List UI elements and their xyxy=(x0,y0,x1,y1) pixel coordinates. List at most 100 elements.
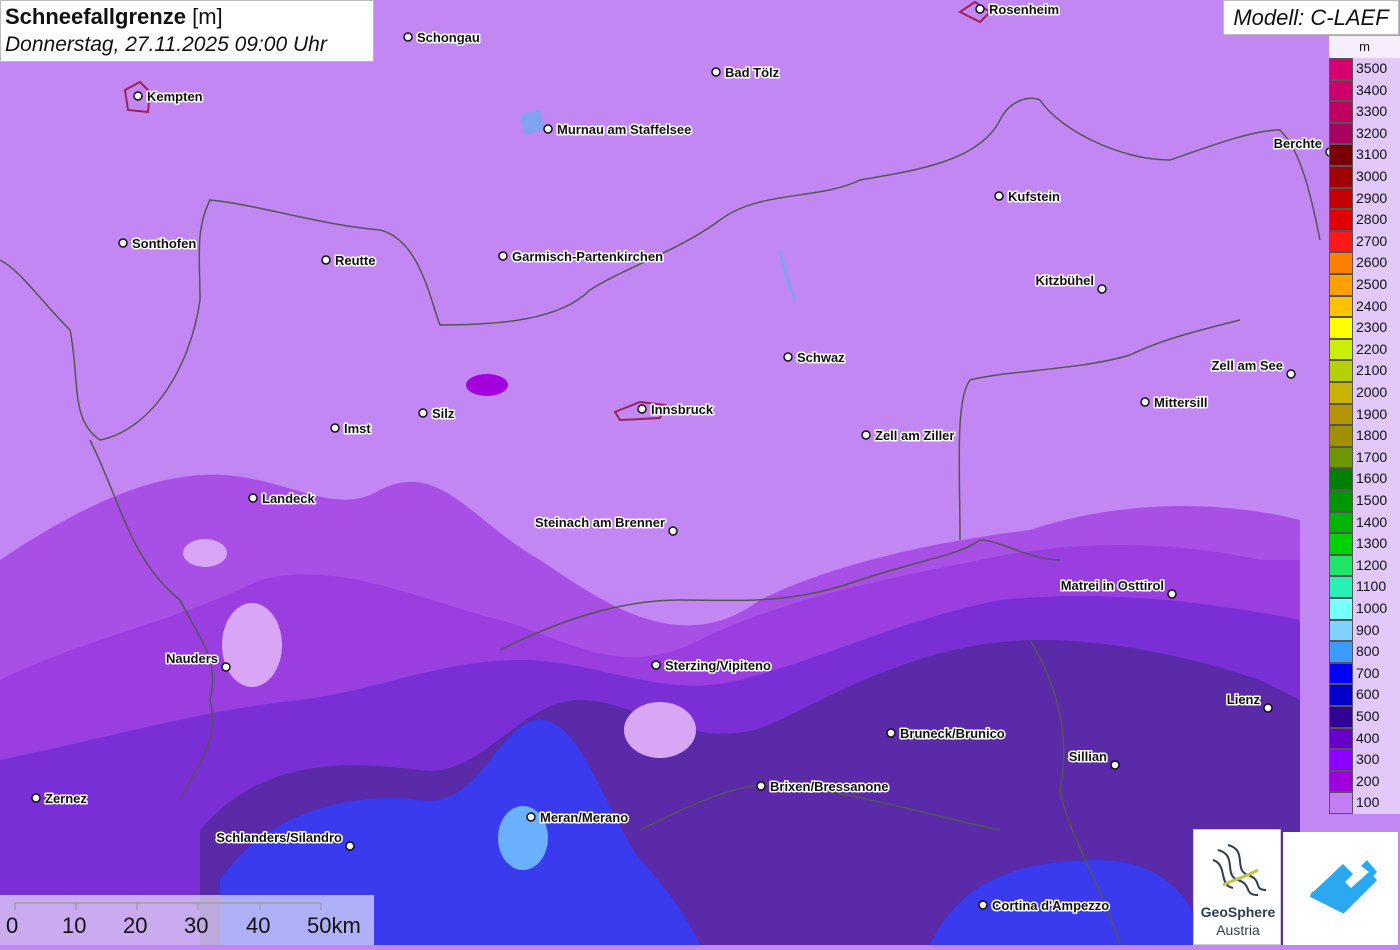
city-dot xyxy=(403,32,413,42)
legend-label: 2700 xyxy=(1353,230,1400,253)
legend-item: 1300 xyxy=(1329,533,1400,555)
legend-label: 3500 xyxy=(1353,58,1400,80)
legend-item: 1600 xyxy=(1329,468,1400,490)
map-title: Schneefallgrenze [m] Donnerstag, 27.11.2… xyxy=(0,0,374,62)
legend-label: 2400 xyxy=(1353,295,1400,318)
city-marker[interactable]: Garmisch-Partenkirchen xyxy=(498,248,665,266)
city-dot xyxy=(978,900,988,910)
legend-unit: m xyxy=(1329,36,1400,58)
legend-label: 2000 xyxy=(1353,382,1400,404)
snowfall-map[interactable]: Schongau Rosenheim Kempten Bad Tölz Murnau a… xyxy=(0,0,1400,945)
legend-swatch xyxy=(1329,317,1353,339)
city-dot xyxy=(526,812,536,822)
zone-100-pocket xyxy=(222,603,282,687)
city-marker[interactable]: Sterzing/Vipiteno xyxy=(651,657,772,675)
map-title-main: Schneefallgrenze xyxy=(5,4,186,29)
legend-swatch xyxy=(1329,641,1353,663)
legend-swatch xyxy=(1329,576,1353,598)
legend-swatch xyxy=(1329,101,1353,123)
city-dot xyxy=(221,662,231,672)
city-marker[interactable]: Meran/Merano xyxy=(526,809,630,827)
legend-swatch xyxy=(1329,187,1353,210)
city-label: Imst xyxy=(344,421,371,436)
city-label: Brixen/Bressanone xyxy=(770,779,889,794)
city-label: Kitzbühel xyxy=(1036,273,1095,288)
city-marker[interactable]: Brixen/Bressanone xyxy=(756,778,890,796)
city-dot xyxy=(637,404,647,414)
city-dot xyxy=(133,91,143,101)
city-label: Zell am See xyxy=(1211,358,1283,373)
city-label: Meran/Merano xyxy=(540,810,628,825)
legend-label: 1000 xyxy=(1353,598,1400,620)
city-dot xyxy=(330,423,340,433)
zone-100-pocket-2 xyxy=(624,702,696,758)
legend-label: 800 xyxy=(1353,641,1400,663)
city-marker[interactable]: Zell am Ziller xyxy=(861,427,956,445)
city-label: Lienz xyxy=(1227,692,1261,707)
legend-swatch xyxy=(1329,533,1353,555)
legend-item: 900 xyxy=(1329,619,1400,642)
city-marker[interactable]: Rosenheim xyxy=(975,1,1061,19)
weather-app-logo[interactable] xyxy=(1283,832,1398,945)
legend-swatch xyxy=(1329,382,1353,404)
city-dot xyxy=(1140,397,1150,407)
legend-label: 400 xyxy=(1353,727,1400,750)
legend-swatch xyxy=(1329,144,1353,166)
legend-label: 3400 xyxy=(1353,79,1400,102)
city-marker[interactable]: Murnau am Staffelsee xyxy=(543,121,693,139)
legend-item: 1800 xyxy=(1329,425,1400,447)
legend-item: 2900 xyxy=(1329,187,1400,210)
geosphere-logo-sub: Austria xyxy=(1216,922,1260,938)
city-label: Sterzing/Vipiteno xyxy=(665,658,771,673)
city-marker[interactable]: Bruneck/Brunico xyxy=(886,725,1006,743)
legend-swatch xyxy=(1329,274,1353,296)
legend-item: 100 xyxy=(1329,792,1400,814)
city-dot xyxy=(543,124,553,134)
legend-item: 2700 xyxy=(1329,230,1400,253)
map-datetime: Donnerstag, 27.11.2025 09:00 Uhr xyxy=(5,33,327,56)
geosphere-logo-name: GeoSphere xyxy=(1200,904,1276,920)
legend-item: 2600 xyxy=(1329,252,1400,274)
city-label: Innsbruck xyxy=(651,402,714,417)
city-dot xyxy=(418,408,428,418)
city-dot xyxy=(498,251,508,261)
city-label: Steinach am Brenner xyxy=(535,515,665,530)
city-dot xyxy=(1286,369,1296,379)
legend-swatch xyxy=(1329,749,1353,771)
legend-item: 3100 xyxy=(1329,144,1400,166)
legend-swatch xyxy=(1329,770,1353,793)
city-label: Mittersill xyxy=(1154,395,1207,410)
city-marker[interactable]: Cortina d'Ampezzo xyxy=(978,897,1111,915)
legend-item: 3500 xyxy=(1329,58,1400,80)
legend-label: 1200 xyxy=(1353,554,1400,577)
map-title-unit: [m] xyxy=(192,4,223,29)
legend-swatch xyxy=(1329,166,1353,188)
legend-label: 1700 xyxy=(1353,446,1400,469)
legend-item: 1400 xyxy=(1329,511,1400,534)
legend-label: 2600 xyxy=(1353,252,1400,274)
legend-item: 1200 xyxy=(1329,554,1400,577)
legend-swatch xyxy=(1329,122,1353,145)
city-dot xyxy=(994,191,1004,201)
legend-label: 2100 xyxy=(1353,360,1400,382)
geosphere-logo[interactable]: GeoSphere Austria xyxy=(1193,829,1281,945)
city-dot xyxy=(861,430,871,440)
scale-label: 20 xyxy=(123,913,148,938)
legend-label: 1900 xyxy=(1353,403,1400,426)
legend-item: 2800 xyxy=(1329,209,1400,231)
legend-swatch xyxy=(1329,706,1353,728)
city-label: Schwaz xyxy=(797,350,845,365)
legend-label: 1600 xyxy=(1353,468,1400,490)
legend-swatch xyxy=(1329,490,1353,512)
city-dot xyxy=(668,526,678,536)
city-dot xyxy=(1167,589,1177,599)
city-label: Garmisch-Partenkirchen xyxy=(512,249,663,264)
legend-swatch xyxy=(1329,58,1353,80)
city-label: Bruneck/Brunico xyxy=(900,726,1005,741)
scale-bar-box: 0 10 20 30 40 50km xyxy=(0,895,374,945)
city-dot xyxy=(1110,760,1120,770)
legend-swatch xyxy=(1329,360,1353,382)
legend-label: 3300 xyxy=(1353,101,1400,123)
legend-swatch xyxy=(1329,230,1353,253)
legend-item: 3200 xyxy=(1329,122,1400,145)
